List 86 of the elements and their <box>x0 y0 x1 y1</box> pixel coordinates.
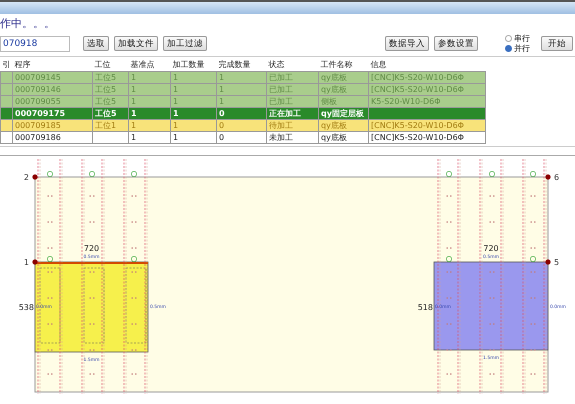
table-cell <box>0 120 12 132</box>
hole-icon <box>131 171 137 177</box>
table-cell: [CNC]K5-S20-W10-D6Φ <box>368 84 486 96</box>
table-cell: qy固定层板 <box>318 108 368 120</box>
table-cell: 已加工 <box>266 72 318 84</box>
column-header[interactable]: 引 <box>0 57 12 72</box>
column-header[interactable]: 工件名称 <box>318 57 368 72</box>
table-cell <box>0 96 12 108</box>
height-label: 538 <box>18 303 34 312</box>
table-cell: 000709186 <box>12 132 92 144</box>
status-text: 作中。。。 <box>0 16 55 31</box>
point-label: 5 <box>554 258 560 267</box>
mode-radio[interactable]: 并行 <box>505 44 530 54</box>
table-cell: qy底板 <box>318 120 368 132</box>
table-cell: 待加工 <box>266 120 318 132</box>
column-header[interactable]: 完成数量 <box>216 57 266 72</box>
table-cell: 000709145 <box>12 72 92 84</box>
table-cell: 正在加工 <box>266 108 318 120</box>
table-cell <box>0 72 12 84</box>
point-label: 2 <box>24 173 29 182</box>
table-cell: [CNC]K5-S20-W10-D6Φ <box>368 132 486 144</box>
table-cell: qy底板 <box>318 72 368 84</box>
hole-icon <box>47 256 53 262</box>
origin-point <box>32 259 38 265</box>
toolbar-button[interactable]: 加载文件 <box>114 36 158 52</box>
column-header[interactable]: 程序 <box>12 57 92 72</box>
table-cell <box>0 84 12 96</box>
table-cell: 1 <box>170 84 216 96</box>
hole-icon <box>47 171 53 177</box>
column-header[interactable]: 加工数量 <box>170 57 216 72</box>
height-label: 518 <box>418 303 433 312</box>
table-cell <box>92 132 128 144</box>
start-button[interactable]: 开始 <box>541 36 573 52</box>
width-label: 720 <box>84 244 100 253</box>
table-cell: 1 <box>170 120 216 132</box>
toolbar-button[interactable]: 加工过滤 <box>163 36 207 52</box>
origin-point <box>545 259 551 265</box>
column-header[interactable]: 信息 <box>368 57 486 72</box>
hole-icon <box>446 171 452 177</box>
mode-radio[interactable]: 串行 <box>505 34 530 44</box>
toolbar-button[interactable]: 数据导入 <box>385 36 429 52</box>
hole-icon <box>446 256 452 262</box>
table-cell: 1 <box>216 84 266 96</box>
column-header[interactable]: 基准点 <box>128 57 170 72</box>
table-cell: 工位5 <box>92 72 128 84</box>
table-cell: 已加工 <box>266 96 318 108</box>
table-cell: 000709185 <box>12 120 92 132</box>
table-cell: 0 <box>216 132 266 144</box>
hole-icon <box>530 171 536 177</box>
table-cell: 1 <box>170 132 216 144</box>
table-cell: 1 <box>216 72 266 84</box>
table-cell: 已加工 <box>266 84 318 96</box>
table-cell: qy底板 <box>318 132 368 144</box>
toolbar-button[interactable]: 选取 <box>83 36 109 52</box>
table-cell: K5-S20-W10-D6Φ <box>368 96 486 108</box>
table-cell: [CNC]K5-S20-W10-D6Φ <box>368 120 486 132</box>
table-cell: 1 <box>128 72 170 84</box>
table-cell <box>0 108 12 120</box>
table-cell: 0 <box>216 108 266 120</box>
hole-icon <box>489 171 495 177</box>
table-cell: [CNC]K5-S20-W10-D6Φ <box>368 72 486 84</box>
table-cell: 侧板 <box>318 96 368 108</box>
table-cell: 000709146 <box>12 84 92 96</box>
column-header[interactable]: 工位 <box>92 57 128 72</box>
point-label: 1 <box>24 258 29 267</box>
point-label: 6 <box>554 173 560 182</box>
table-cell: 000709055 <box>12 96 92 108</box>
hole-icon <box>131 256 137 262</box>
origin-point <box>32 174 38 180</box>
width-label: 720 <box>483 244 499 253</box>
column-header[interactable]: 状态 <box>266 57 318 72</box>
table-cell: qy底板 <box>318 84 368 96</box>
table-cell: 1 <box>170 96 216 108</box>
table-cell: 未加工 <box>266 132 318 144</box>
program-field[interactable]: 070918 <box>0 36 70 52</box>
table-cell: 1 <box>216 96 266 108</box>
table-cell: 0 <box>216 120 266 132</box>
origin-point <box>545 174 551 180</box>
toolbar-button[interactable]: 参数设置 <box>434 36 478 52</box>
table-cell: 1 <box>128 132 170 144</box>
table-cell: 000709175 <box>12 108 92 120</box>
hole-icon <box>89 171 95 177</box>
table-cell: 1 <box>170 72 216 84</box>
table-cell <box>0 132 12 144</box>
hole-icon <box>530 256 536 262</box>
table-cell: 1 <box>170 108 216 120</box>
